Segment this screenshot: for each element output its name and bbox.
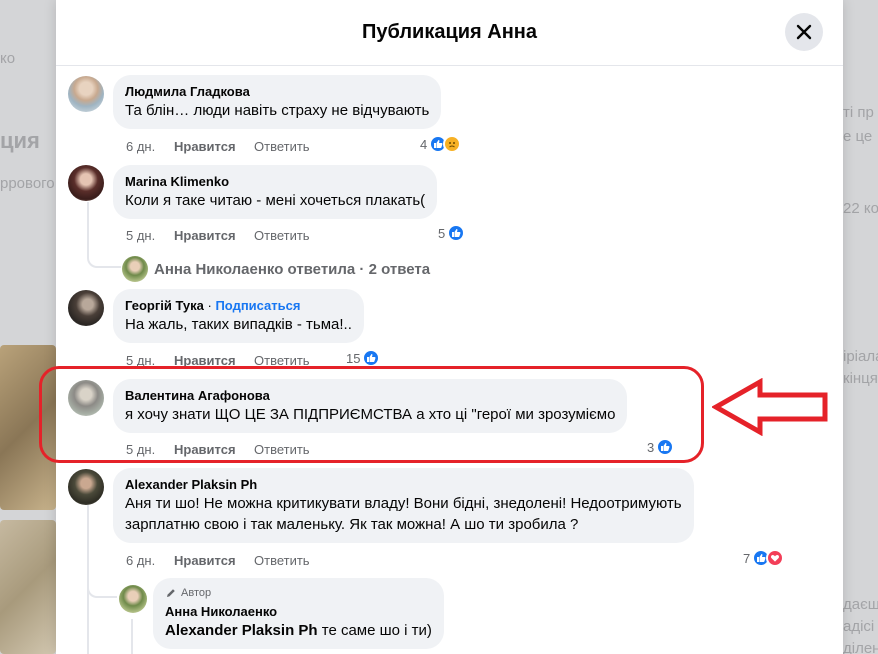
- reactions-count: 15: [346, 350, 361, 366]
- comment-author[interactable]: Alexander Plaksin Ph: [125, 476, 682, 493]
- comment-text: Alexander Plaksin Ph те саме шо і ти): [165, 620, 432, 641]
- comment-time[interactable]: 5 дн.: [126, 442, 174, 457]
- comments-list: Людмила Гладкова Та блін… люди навіть ст…: [56, 66, 843, 654]
- like-button[interactable]: Нравится: [174, 553, 254, 568]
- reactions-summary[interactable]: 3: [647, 438, 675, 456]
- comment-text: Та блін… люди навіть страху не відчувают…: [125, 102, 430, 119]
- comment-author: Георгій Тука · Подписаться: [125, 297, 352, 314]
- comment-actions: 5 дн. Нравится Ответить: [126, 442, 310, 457]
- background-image: [0, 345, 56, 510]
- thread-connector: [87, 576, 117, 598]
- like-button[interactable]: Нравится: [174, 228, 254, 243]
- comment-actions: 6 дн. Нравится Ответить: [126, 553, 310, 568]
- background-text: ррового: [0, 175, 55, 192]
- avatar[interactable]: [68, 76, 104, 112]
- background-text: ко: [0, 50, 16, 67]
- reactions-summary[interactable]: 5: [438, 224, 466, 242]
- like-reaction-icon: [362, 349, 381, 367]
- comment-time[interactable]: 5 дн.: [126, 228, 174, 243]
- replies-summary: Анна Николаенко ответила · 2 ответа: [154, 260, 431, 278]
- reactions-count: 3: [647, 439, 655, 455]
- avatar[interactable]: [119, 585, 147, 613]
- thread-connector: [87, 246, 121, 268]
- avatar[interactable]: [68, 290, 104, 326]
- comment-time[interactable]: 6 дн.: [126, 139, 174, 154]
- modal-header: Публикация Анна: [56, 0, 843, 66]
- reactions-summary[interactable]: 15: [346, 349, 381, 367]
- reactions-summary[interactable]: 4: [420, 135, 462, 153]
- comment-bubble: Marina Klimenko Коли я таке читаю - мені…: [113, 165, 438, 219]
- reply-button[interactable]: Ответить: [254, 553, 310, 568]
- reply-button[interactable]: Ответить: [254, 228, 310, 243]
- comment-actions: 6 дн. Нравится Ответить: [126, 139, 310, 154]
- reply-button[interactable]: Ответить: [254, 353, 310, 368]
- background-text: ділен: [843, 640, 878, 654]
- reply-text: те саме шо і ти): [321, 622, 432, 639]
- reactions-count: 5: [438, 225, 446, 241]
- reactions-summary[interactable]: 7: [743, 549, 785, 567]
- background-text: даєш,: [843, 596, 878, 613]
- modal-title: Публикация Анна: [361, 21, 538, 43]
- close-button[interactable]: [785, 13, 823, 51]
- like-button[interactable]: Нравится: [174, 353, 254, 368]
- mention-link[interactable]: Alexander Plaksin Ph: [165, 622, 318, 639]
- comment-text-line: Аня ти шо! Не можна критикувати владу! В…: [125, 495, 682, 512]
- background-text: кінця: [843, 370, 878, 387]
- comment-author[interactable]: Анна Николаенко: [165, 603, 432, 620]
- thread-line: [131, 619, 133, 654]
- author-badge-label: Автор: [181, 587, 212, 599]
- sad-reaction-icon: [443, 135, 462, 153]
- author-badge: Автор: [165, 586, 432, 600]
- reactions-count: 4: [420, 136, 428, 152]
- like-reaction-icon: [656, 438, 675, 456]
- background-image: [0, 520, 56, 654]
- comment-actions: 5 дн. Нравится Ответить: [126, 353, 310, 368]
- reply-button[interactable]: Ответить: [254, 442, 310, 457]
- comment-author[interactable]: Marina Klimenko: [125, 173, 425, 190]
- close-icon: [796, 24, 812, 40]
- pencil-icon: [167, 589, 175, 597]
- comment-author[interactable]: Валентина Агафонова: [125, 387, 615, 404]
- post-modal: Публикация Анна Людмила Гладкова Та блін…: [56, 0, 843, 654]
- comment-text: я хочу знати ЩО ЦЕ ЗА ПІДПРИЄМСТВА а хто…: [125, 406, 616, 423]
- love-reaction-icon: [766, 549, 785, 567]
- comment-time[interactable]: 6 дн.: [126, 553, 174, 568]
- avatar[interactable]: [68, 165, 104, 201]
- reply-button[interactable]: Ответить: [254, 139, 310, 154]
- comment-bubble: Alexander Plaksin Ph Аня ти шо! Не можна…: [113, 468, 694, 543]
- follow-button[interactable]: Подписаться: [215, 298, 300, 313]
- background-text: е це: [843, 128, 873, 145]
- background-text: ті пр: [843, 104, 874, 121]
- avatar[interactable]: [68, 469, 104, 505]
- background-text: іріала: [843, 348, 878, 365]
- comment-actions: 5 дн. Нравится Ответить: [126, 228, 310, 243]
- reactions-count: 7: [743, 550, 751, 566]
- comment-bubble: Георгій Тука · Подписаться На жаль, таки…: [113, 289, 364, 343]
- like-reaction-icon: [447, 224, 466, 242]
- arrow-annotation-icon: [712, 378, 828, 436]
- background-text: ция: [0, 128, 40, 153]
- comment-text: Коли я таке читаю - мені хочеться плакат…: [125, 192, 426, 209]
- comment-author[interactable]: Людмила Гладкова: [125, 83, 429, 100]
- comment-text: На жаль, таких випадків - тьма!..: [125, 316, 352, 333]
- like-button[interactable]: Нравится: [174, 442, 254, 457]
- background-text: 22 ко: [843, 200, 878, 217]
- comment-author-name[interactable]: Георгій Тука: [125, 298, 204, 313]
- like-button[interactable]: Нравится: [174, 139, 254, 154]
- background-right-panel: [843, 0, 878, 654]
- view-replies-link[interactable]: Анна Николаенко ответила · 2 ответа: [122, 256, 430, 282]
- comment-bubble: Людмила Гладкова Та блін… люди навіть ст…: [113, 75, 442, 129]
- background-text: адісі: [843, 618, 875, 635]
- comment-bubble: Автор Анна Николаенко Alexander Plaksin …: [153, 578, 444, 649]
- comment-bubble: Валентина Агафонова я хочу знати ЩО ЦЕ З…: [113, 379, 628, 433]
- avatar: [122, 256, 148, 282]
- avatar[interactable]: [68, 380, 104, 416]
- comment-text-line: зарплатню свою і так маленьку. Як так мо…: [125, 516, 579, 533]
- comment-time[interactable]: 5 дн.: [126, 353, 174, 368]
